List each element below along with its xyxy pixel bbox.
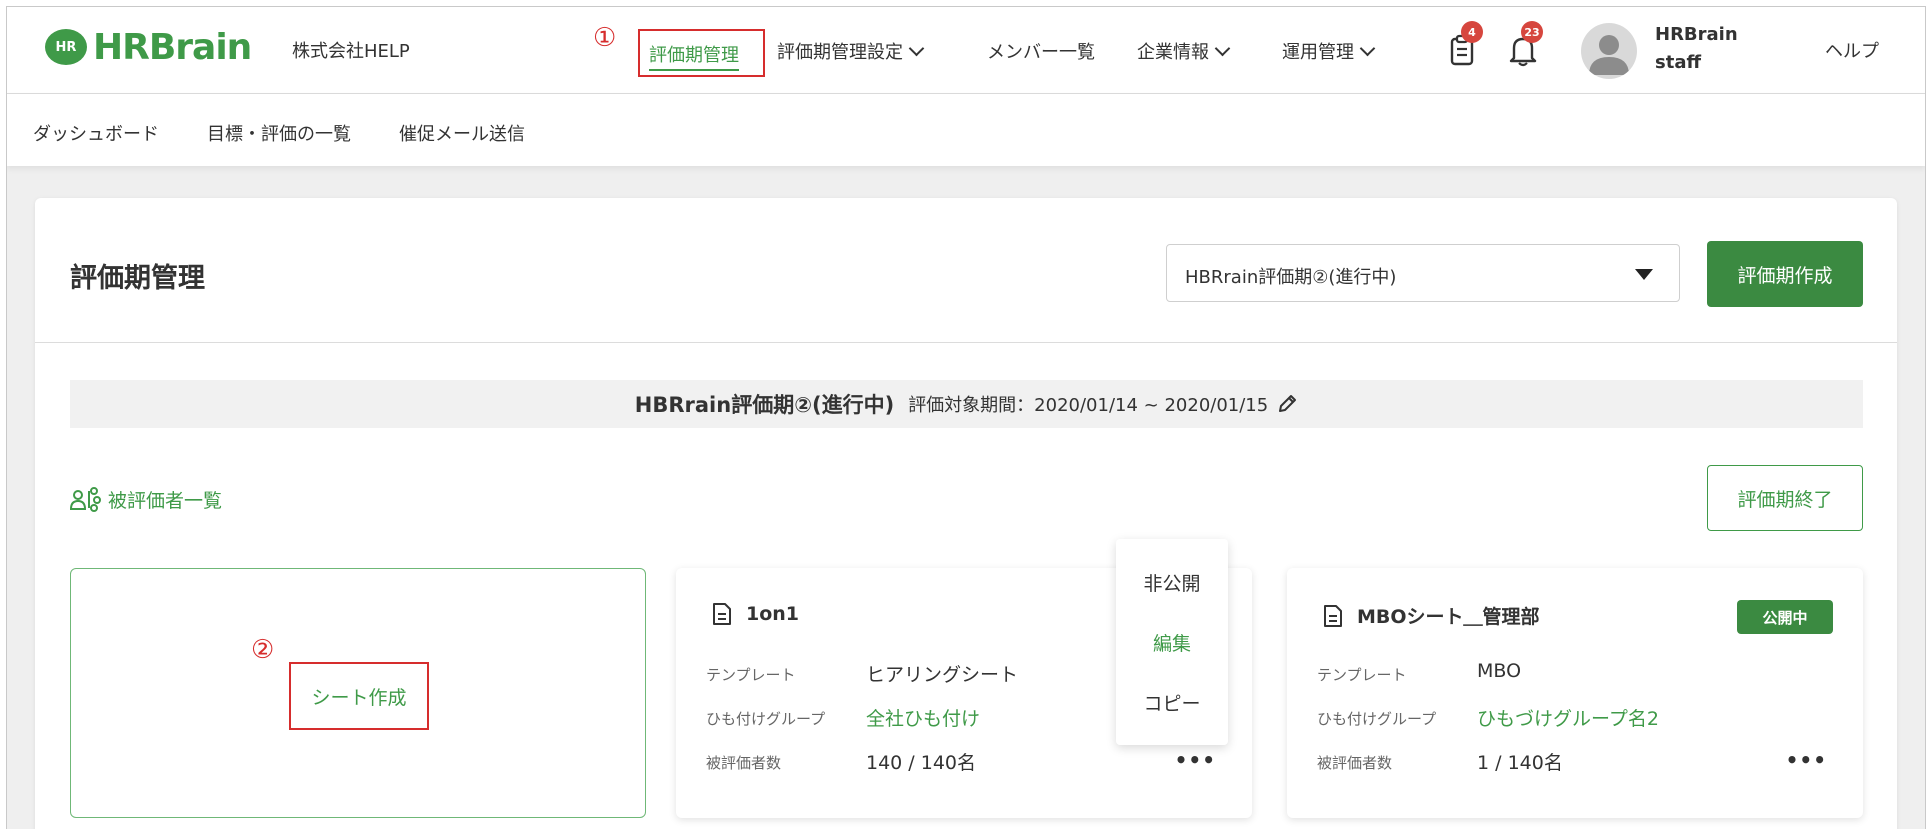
annotation-number-2: ② (251, 635, 275, 665)
new-sheet-tile[interactable]: ② シート作成 (70, 568, 646, 818)
sub-navigation: ダッシュボード 目標・評価の一覧 催促メール送信 (7, 94, 1925, 166)
user-name-line-2: staff (1655, 52, 1702, 73)
sheet-card-mbo[interactable]: MBOシート＿管理部 公開中 テンプレート MBO ひも付けグループ ひもづけグ… (1287, 568, 1863, 818)
evaluee-list-link[interactable]: 被評価者一覧 (70, 485, 222, 513)
document-icon (713, 603, 731, 625)
sheet-title: MBOシート＿管理部 (1323, 602, 1540, 629)
people-group-icon (70, 487, 101, 512)
period-select-value: HBRrain評価期②(進行中) (1185, 267, 1397, 288)
end-period-button[interactable]: 評価期終了 (1707, 465, 1863, 531)
group-label: ひも付けグループ (1317, 710, 1437, 728)
evaluee-list-label: 被評価者一覧 (108, 489, 223, 512)
evaluee-count-label: 被評価者数 (1317, 754, 1393, 772)
chevron-down-icon (908, 40, 925, 56)
period-info-bar: HBRrain評価期②(進行中) 評価対象期間：2020/01/14 ~ 202… (70, 380, 1863, 428)
nav-label: 企業情報 (1137, 42, 1209, 63)
divider (35, 342, 1897, 343)
nav-member-list[interactable]: メンバー一覧 (987, 29, 1095, 73)
clipboard-icon[interactable]: 4 (1449, 21, 1483, 67)
evaluee-count-value: 140 / 140名 (866, 752, 977, 774)
menu-item-copy[interactable]: コピー (1116, 689, 1228, 716)
hrbrain-logo[interactable]: HR HRBrain (45, 25, 252, 69)
logo-text: HRBrain (93, 26, 252, 68)
menu-item-edit[interactable]: 編集 (1116, 629, 1228, 656)
template-value: ヒアリングシート (866, 664, 1019, 686)
template-value: MBO (1477, 660, 1522, 682)
nav-operations[interactable]: 運用管理 (1282, 29, 1376, 73)
create-period-button[interactable]: 評価期作成 (1707, 241, 1863, 307)
subnav-dashboard[interactable]: ダッシュボード (33, 120, 159, 146)
create-sheet-button[interactable]: シート作成 (289, 662, 429, 730)
status-badge: 公開中 (1737, 600, 1833, 634)
logo-badge: HR (45, 29, 87, 65)
sheet-context-menu: 非公開 編集 コピー (1116, 539, 1228, 745)
document-icon (1324, 604, 1342, 627)
app-window: HR HRBrain 株式会社HELP ① 評価期管理 評価期管理設定 メンバー… (6, 6, 1926, 829)
bell-icon[interactable]: 23 (1509, 21, 1543, 67)
evaluee-count-value: 1 / 140名 (1477, 752, 1563, 774)
evaluee-count-label: 被評価者数 (706, 754, 782, 772)
company-name: 株式会社HELP (292, 41, 410, 62)
notification-count-badge: 23 (1521, 21, 1543, 43)
clipboard-count-badge: 4 (1461, 21, 1483, 43)
menu-item-unpublish[interactable]: 非公開 (1116, 569, 1228, 596)
sheet-title: 1on1 (712, 602, 799, 626)
pencil-icon[interactable] (1276, 393, 1298, 415)
template-label: テンプレート (706, 666, 796, 684)
help-link[interactable]: ヘルプ (1825, 37, 1879, 63)
nav-label: メンバー一覧 (987, 42, 1095, 63)
avatar[interactable] (1581, 23, 1637, 79)
more-options-icon[interactable]: ••• (1786, 748, 1827, 772)
sheet-title-text: MBOシート＿管理部 (1357, 606, 1540, 628)
period-info-title: HBRrain評価期②(進行中) (634, 393, 895, 417)
annotation-number-1: ① (593, 23, 617, 53)
nav-company-info[interactable]: 企業情報 (1137, 29, 1231, 73)
user-silhouette-icon (1589, 35, 1629, 75)
caret-down-icon (1635, 269, 1653, 280)
nav-label: 運用管理 (1282, 42, 1354, 63)
period-select[interactable]: HBRrain評価期②(進行中) (1166, 244, 1680, 302)
sheet-title-text: 1on1 (746, 603, 800, 625)
more-options-icon[interactable]: ••• (1175, 748, 1216, 772)
subnav-goals-evaluations[interactable]: 目標・評価の一覧 (207, 120, 351, 146)
top-header: HR HRBrain 株式会社HELP ① 評価期管理 評価期管理設定 メンバー… (7, 7, 1925, 94)
group-link[interactable]: 全社ひも付け (866, 704, 980, 731)
template-label: テンプレート (1317, 666, 1407, 684)
group-label: ひも付けグループ (706, 710, 826, 728)
period-info-range: 評価対象期間：2020/01/14 ~ 2020/01/15 (908, 395, 1269, 416)
group-link[interactable]: ひもづけグループ名2 (1477, 704, 1659, 731)
subnav-reminder-mail[interactable]: 催促メール送信 (399, 120, 525, 146)
nav-evaluation-period[interactable]: 評価期管理 (649, 41, 739, 71)
chevron-down-icon (1214, 40, 1231, 56)
user-name-line-1: HRBrain (1655, 24, 1738, 45)
user-name[interactable]: HRBrain staff (1655, 21, 1738, 77)
nav-label: 評価期管理設定 (777, 42, 903, 63)
nav-evaluation-period-highlight: 評価期管理 (638, 29, 765, 77)
evaluation-period-card: 評価期管理 HBRrain評価期②(進行中) 評価期作成 HBRrain評価期②… (35, 198, 1897, 829)
chevron-down-icon (1359, 40, 1376, 56)
nav-evaluation-settings[interactable]: 評価期管理設定 (777, 29, 925, 73)
page-title: 評価期管理 (70, 263, 205, 294)
